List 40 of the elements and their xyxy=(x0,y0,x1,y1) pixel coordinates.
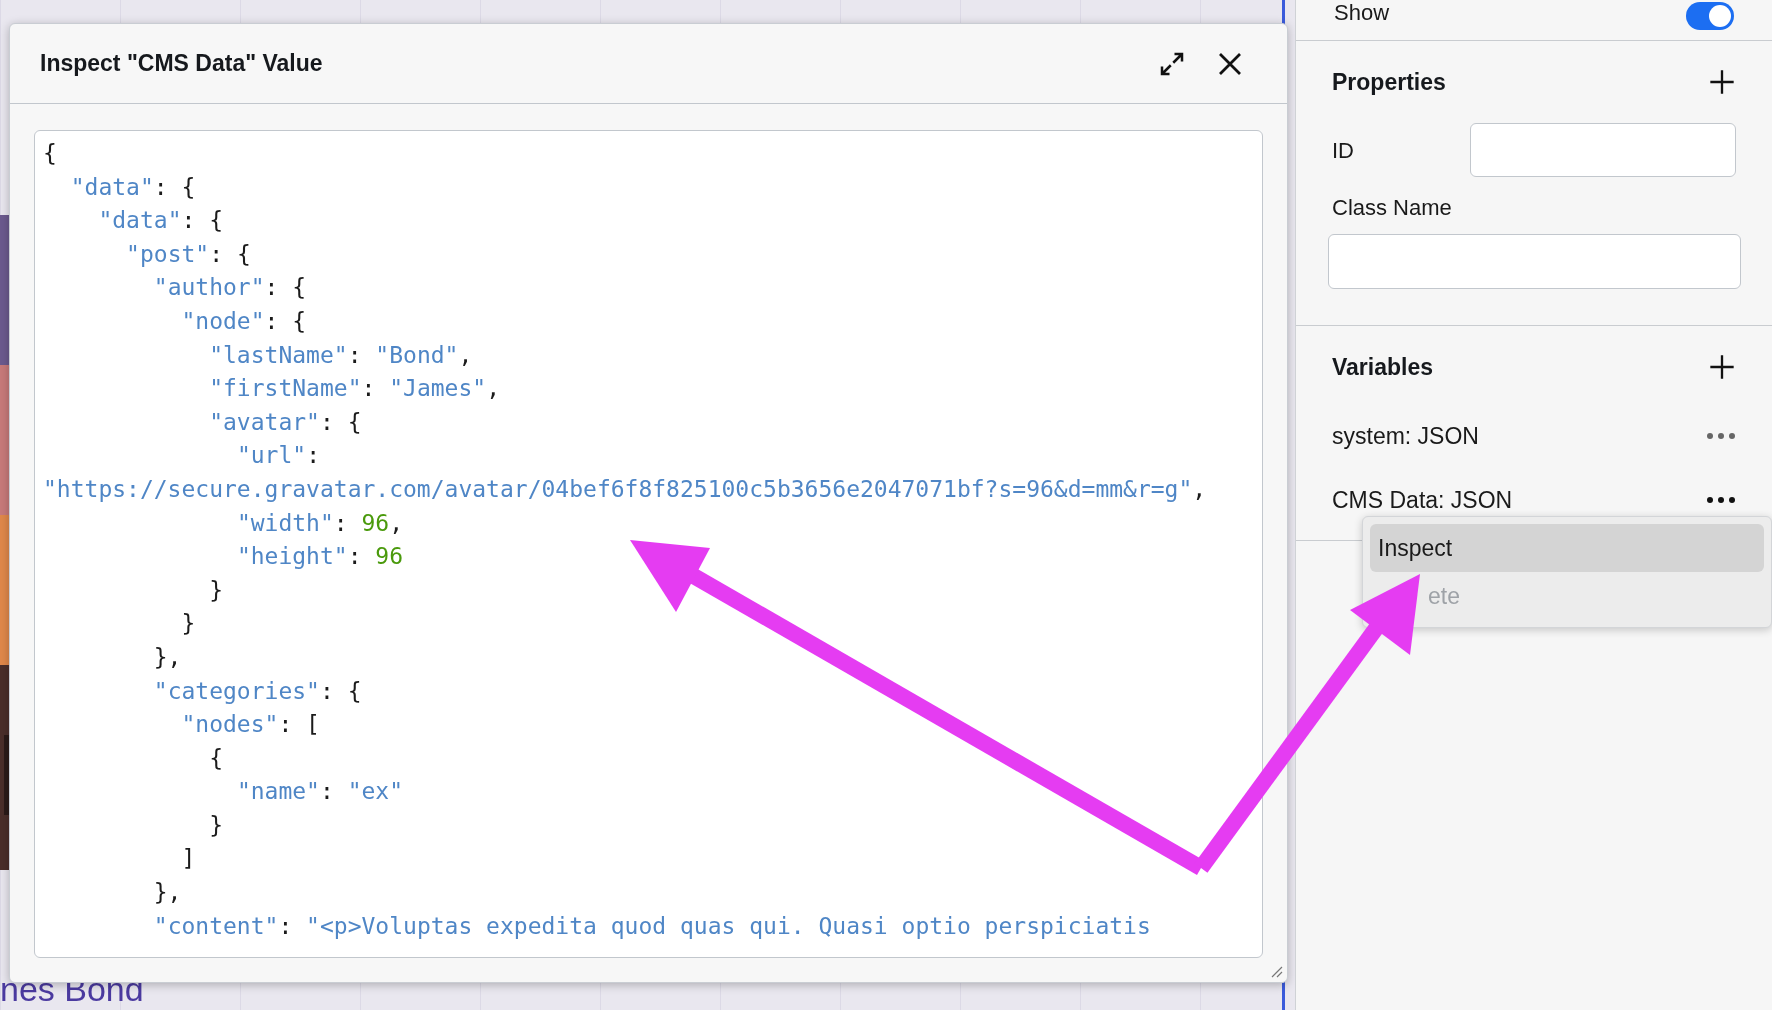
code-line: "author": { xyxy=(152,273,307,303)
show-label: Show xyxy=(1334,0,1390,26)
variable-name: system: JSON xyxy=(1332,421,1479,451)
code-line: "url": xyxy=(235,441,320,471)
input-field[interactable] xyxy=(1469,123,1736,177)
code-line: } xyxy=(180,609,196,639)
add-icon[interactable] xyxy=(1708,353,1736,381)
code-line: "categories": { xyxy=(152,676,362,706)
code-line: "name": "ex" xyxy=(235,777,404,807)
code-line: ] xyxy=(180,844,196,874)
section-title: Variables xyxy=(1332,352,1434,382)
code-line: "node": { xyxy=(180,306,307,336)
code-line: "https://secure.gravatar.com/avatar/04bef6f8f825100c5b3656e2047071bf?s=96&d=mm&r=g", xyxy=(43,474,1207,504)
code-line: "avatar": { xyxy=(208,407,362,437)
dialog-title: Inspect "CMS Data" Value xyxy=(40,49,324,79)
input-field[interactable] xyxy=(1328,234,1741,289)
more-icon[interactable] xyxy=(1706,495,1736,505)
menu-item[interactable]: Inspect xyxy=(1370,524,1764,572)
code-line: }, xyxy=(152,642,182,672)
resize-handle-icon[interactable] xyxy=(1269,964,1283,978)
code-line: "nodes": [ xyxy=(180,710,320,740)
code-line: "content": "<p>Voluptas expedita quod quas qui. Quasi optio perspiciatis xyxy=(152,911,1151,941)
field-label: ID xyxy=(1332,136,1355,165)
code-line: "lastName": "Bond", xyxy=(208,340,473,370)
code-line: { xyxy=(208,743,223,773)
code-line: "firstName": "James", xyxy=(208,374,500,404)
code-line: "post": { xyxy=(125,239,251,269)
code-line: }, xyxy=(152,878,182,908)
code-line: "width": 96, xyxy=(235,508,404,538)
code-line: { xyxy=(43,139,57,168)
field-label: Class Name xyxy=(1332,194,1453,222)
section-title: Properties xyxy=(1332,67,1446,97)
code-line: "data": { xyxy=(97,206,224,236)
code-line: "height": 96 xyxy=(235,542,404,572)
add-icon[interactable] xyxy=(1708,68,1736,96)
code-line: } xyxy=(208,575,223,605)
variable-name: CMS Data: JSON xyxy=(1332,485,1513,515)
code-line: } xyxy=(208,810,223,840)
code-line: "data": { xyxy=(69,172,196,202)
show-toggle[interactable] xyxy=(1686,2,1734,30)
